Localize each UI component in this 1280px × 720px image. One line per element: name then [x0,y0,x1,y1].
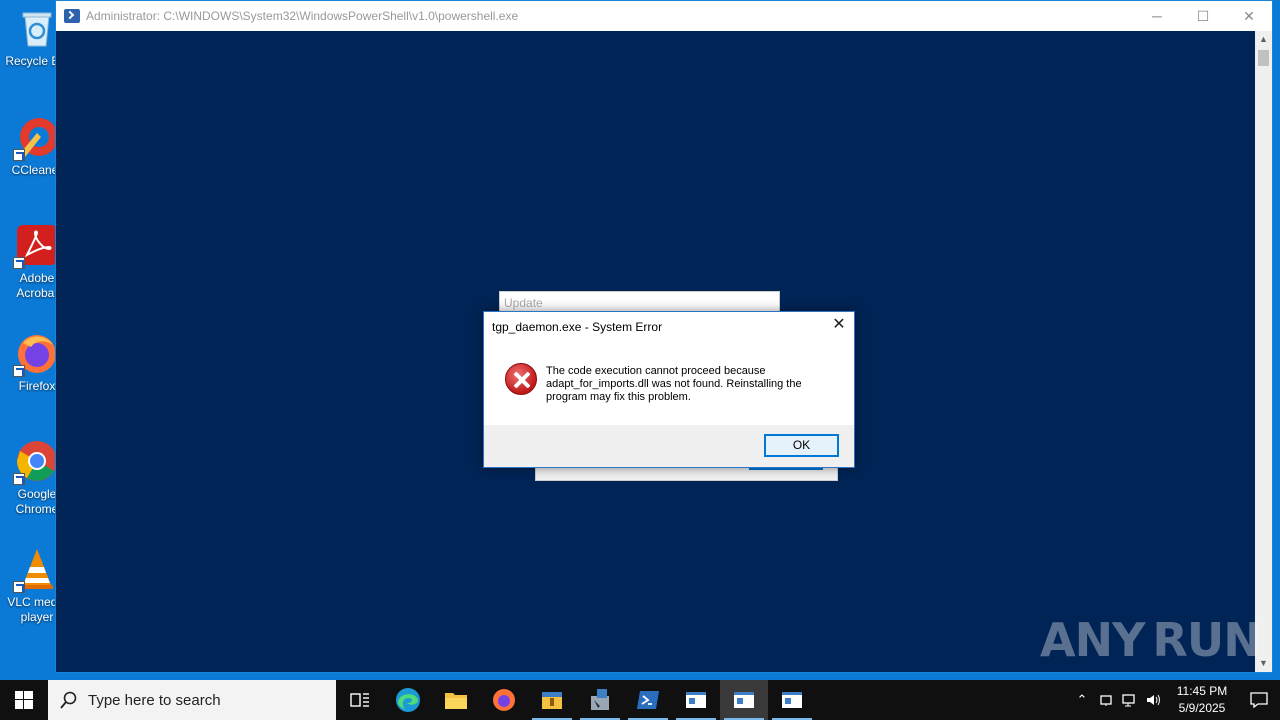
search-placeholder: Type here to search [88,691,221,709]
update-window-bottom [535,466,838,481]
chrome-icon [13,439,59,485]
show-hidden-icons-chevron-icon[interactable]: ⌃ [1070,680,1094,720]
system-error-dialog[interactable]: tgp_daemon.exe - System Error ✕ The code… [483,311,855,468]
taskbar-edge[interactable] [384,680,432,720]
taskbar-app-1[interactable] [528,680,576,720]
notification-center-button[interactable] [1238,680,1280,720]
app-window-icon [686,692,706,708]
start-button[interactable] [0,680,48,720]
adobe-acrobat-icon [13,223,59,269]
anyrun-watermark: ANY RUN [1040,608,1262,672]
taskbar-clock[interactable]: 11:45 PM 5/9/2025 [1166,683,1238,717]
error-icon [505,363,537,395]
clock-time: 11:45 PM [1176,684,1228,698]
recycle-bin-icon [15,6,59,50]
archive-icon [542,692,562,709]
powershell-icon [64,9,80,23]
firefox-icon [493,689,515,711]
firefox-icon [13,331,59,377]
app-window-icon [734,692,754,708]
edge-icon [396,688,420,712]
taskbar-window-2[interactable] [720,680,768,720]
powershell-icon [637,691,659,709]
windows-logo-icon [15,691,33,709]
taskbar-search[interactable]: Type here to search [48,680,336,720]
dialog-message: The code execution cannot proceed becaus… [546,365,802,403]
system-tray: ⌃ 11:45 PM 5/9/2025 [1070,680,1280,720]
taskbar-powershell[interactable] [624,680,672,720]
network-icon[interactable] [1118,680,1142,720]
watermark-text-right: RUN [1152,613,1261,667]
taskbar: Type here to search ⌃ 11:45 PM 5/9/2025 [0,680,1280,720]
vertical-scrollbar[interactable]: ▲ ▼ [1255,31,1272,672]
scroll-thumb[interactable] [1258,50,1269,66]
dialog-close-button[interactable]: ✕ [830,316,848,334]
close-button[interactable]: ✕ [1226,1,1272,31]
dialog-footer: OK [484,425,854,467]
taskbar-app-2[interactable] [576,680,624,720]
watermark-text-left: ANY [1040,613,1145,667]
device-icon[interactable] [1094,680,1118,720]
app-window-icon [782,692,802,708]
vlc-icon [13,547,59,593]
taskbar-file-explorer[interactable] [432,680,480,720]
folder-icon [445,693,467,709]
task-view-button[interactable] [336,680,384,720]
notification-icon [1250,692,1268,708]
minimize-button[interactable]: ─ [1134,1,1180,31]
powershell-titlebar[interactable]: Administrator: C:\WINDOWS\System32\Windo… [56,1,1272,31]
dialog-title: tgp_daemon.exe - System Error [492,320,663,334]
taskbar-window-1[interactable] [672,680,720,720]
update-window-title: Update [504,296,543,310]
installer-icon [591,689,609,710]
powershell-title: Administrator: C:\WINDOWS\System32\Windo… [86,9,519,23]
maximize-button[interactable]: ☐ [1180,1,1226,31]
taskbar-firefox[interactable] [480,680,528,720]
task-view-icon [350,693,369,707]
taskbar-window-3[interactable] [768,680,816,720]
update-window[interactable]: Update [499,291,780,313]
ok-button[interactable]: OK [764,434,839,457]
window-controls: ─ ☐ ✕ [1134,1,1272,31]
clock-date: 5/9/2025 [1178,701,1226,715]
ccleaner-icon [13,115,59,161]
volume-icon[interactable] [1142,680,1166,720]
scroll-up-icon[interactable]: ▲ [1255,31,1272,48]
search-icon [60,691,77,709]
